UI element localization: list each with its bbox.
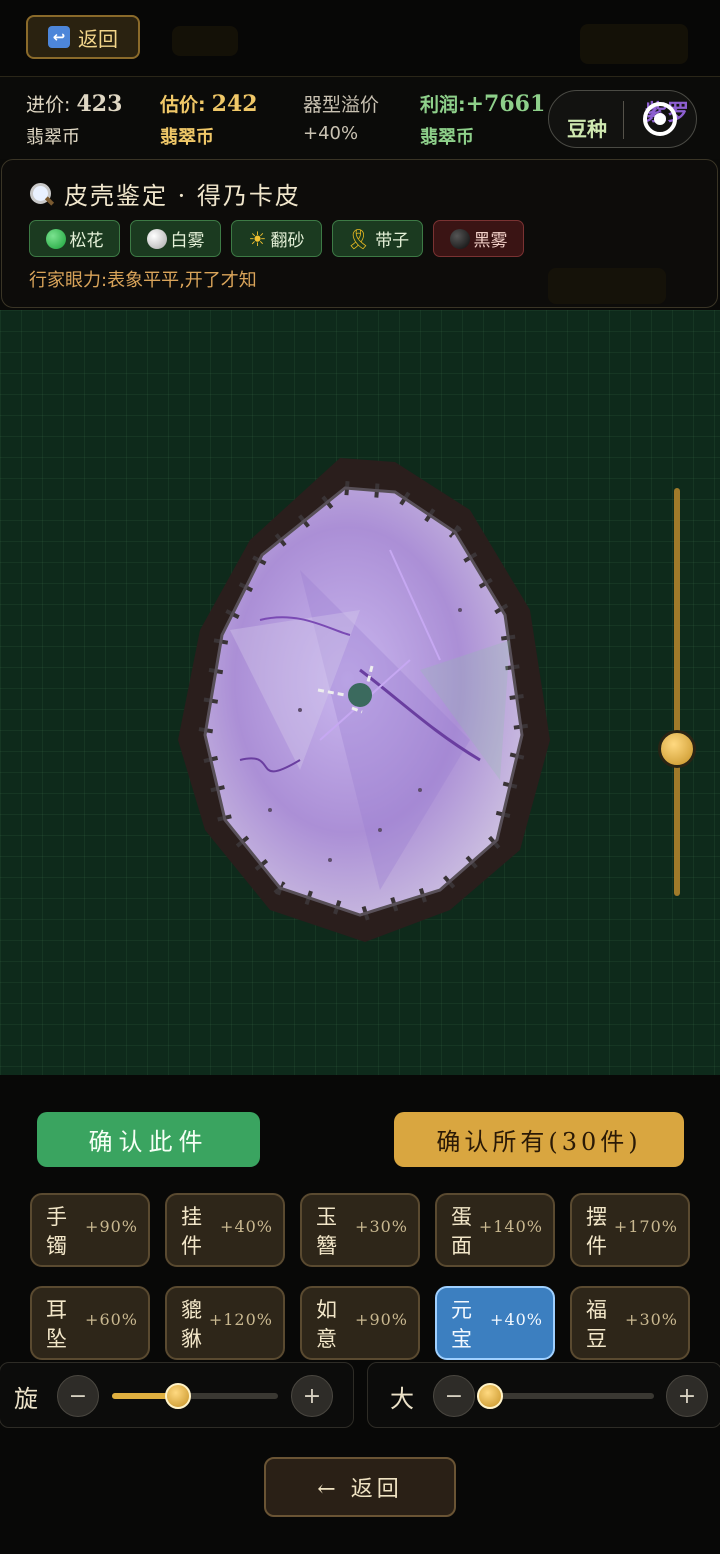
- shape-premium: +120%: [208, 1310, 273, 1329]
- white-orb-icon: [146, 228, 167, 249]
- shape-cabochon[interactable]: 蛋面 +140%: [435, 1193, 555, 1267]
- shape-premium: +170%: [613, 1217, 678, 1236]
- shape-yuanbao[interactable]: 元宝 +40%: [435, 1286, 555, 1360]
- cost-value: 423: [76, 91, 123, 117]
- cost-stat: 进价: 423 翡翠币: [26, 90, 122, 149]
- shape-name: 蛋面: [451, 1205, 472, 1258]
- shape-name: 摆件: [586, 1205, 607, 1258]
- rotate-plus-button[interactable]: +: [291, 1375, 333, 1417]
- shape-premium: +90%: [355, 1310, 408, 1329]
- shape-premium: +140%: [478, 1217, 543, 1236]
- rotate-label: 旋: [14, 1385, 38, 1413]
- profit-value: +7661: [465, 91, 546, 117]
- size-plus-button[interactable]: +: [666, 1375, 708, 1417]
- shape-earring[interactable]: 耳坠 +60%: [30, 1286, 150, 1360]
- shape-name: 貔貅: [181, 1298, 202, 1351]
- jade-stone[interactable]: [0, 310, 720, 1075]
- rotate-minus-button[interactable]: −: [57, 1375, 99, 1417]
- shape-pendant[interactable]: 挂件 +40%: [165, 1193, 285, 1267]
- size-slider-knob[interactable]: [477, 1383, 504, 1409]
- rotate-slider[interactable]: [112, 1383, 278, 1409]
- shape-name: 如意: [316, 1298, 337, 1351]
- appraisal-hint: 行家眼力:表象平平,开了才知: [29, 270, 257, 291]
- premium-value: +40%: [303, 123, 359, 144]
- faded-panel-badge: [548, 268, 666, 304]
- zoom-slider-knob[interactable]: [658, 730, 696, 769]
- return-icon: ↩: [48, 26, 70, 48]
- premium-label: 器型溢价: [303, 94, 380, 116]
- shape-name: 玉簪: [316, 1205, 337, 1258]
- shape-name: 福豆: [586, 1298, 607, 1351]
- tag-label: 松花: [69, 231, 104, 251]
- shape-premium: +90%: [85, 1217, 138, 1236]
- shape-bracelet[interactable]: 手镯 +90%: [30, 1193, 150, 1267]
- shape-name: 手镯: [46, 1205, 67, 1258]
- mode-divider: [623, 101, 624, 139]
- tag-label: 翻砂: [270, 231, 305, 251]
- tag-heiwu: 黑雾: [433, 220, 524, 257]
- zoom-slider-track[interactable]: [674, 488, 680, 896]
- mode-left-label: 豆种: [567, 117, 607, 141]
- cost-label: 进价:: [26, 94, 71, 116]
- target-icon[interactable]: [643, 102, 677, 136]
- appraisal-title: 皮壳鉴定 · 得乃卡皮: [28, 176, 301, 211]
- size-control: 大 − +: [367, 1362, 720, 1428]
- appraisal-title-text: 皮壳鉴定 · 得乃卡皮: [64, 182, 301, 210]
- shape-premium: +40%: [490, 1310, 543, 1329]
- premium-stat: 器型溢价 +40%: [303, 90, 379, 144]
- shape-fudou[interactable]: 福豆 +30%: [570, 1286, 690, 1360]
- shape-premium: +30%: [625, 1310, 678, 1329]
- back-button-bottom[interactable]: ← 返回: [264, 1457, 456, 1517]
- cost-unit: 翡翠币: [26, 127, 80, 148]
- magnifier-icon: [28, 181, 55, 207]
- ribbon-icon: 🎗: [345, 226, 372, 251]
- green-orb-icon: [45, 228, 66, 249]
- size-minus-button[interactable]: −: [433, 1375, 475, 1417]
- tag-label: 带子: [375, 231, 410, 251]
- back-button-top[interactable]: ↩ 返回: [26, 15, 140, 59]
- shape-premium: +40%: [220, 1217, 273, 1236]
- shape-name: 挂件: [181, 1205, 202, 1258]
- tag-label: 黑雾: [473, 231, 508, 251]
- faded-badge: [580, 24, 688, 64]
- estimate-value: 242: [211, 91, 258, 117]
- shape-pixiu[interactable]: 貔貅 +120%: [165, 1286, 285, 1360]
- shape-name: 耳坠: [46, 1298, 67, 1351]
- rotate-slider-knob[interactable]: [165, 1383, 192, 1409]
- size-slider[interactable]: [477, 1383, 654, 1409]
- shape-name: 元宝: [451, 1298, 472, 1351]
- tag-daizi: 🎗 带子: [332, 220, 423, 257]
- back-label: 返回: [78, 26, 118, 51]
- rotate-control: 旋 − +: [0, 1362, 354, 1428]
- tag-label: 白雾: [170, 231, 205, 251]
- black-orb-icon: [449, 228, 470, 249]
- profit-stat: 利润:+7661 翡翠币: [420, 90, 545, 149]
- tag-songhua: 松花: [29, 220, 120, 257]
- confirm-one-button[interactable]: 确认此件: [37, 1112, 260, 1167]
- estimate-stat: 估价: 242 翡翠币: [160, 90, 258, 149]
- shape-ornament[interactable]: 摆件 +170%: [570, 1193, 690, 1267]
- shape-premium: +30%: [355, 1217, 408, 1236]
- size-label: 大: [390, 1385, 414, 1413]
- estimate-label: 估价:: [160, 94, 206, 116]
- tag-baiwu: 白雾: [130, 220, 221, 257]
- faded-tab: [172, 26, 238, 56]
- profit-label: 利润:: [420, 94, 466, 116]
- tag-fansha: ☀ 翻砂: [231, 220, 322, 257]
- estimate-unit: 翡翠币: [160, 127, 214, 148]
- sun-icon: ☀: [248, 226, 267, 251]
- shape-premium: +60%: [85, 1310, 138, 1329]
- shape-ruyi[interactable]: 如意 +90%: [300, 1286, 420, 1360]
- confirm-all-button[interactable]: 确认所有(30件): [394, 1112, 684, 1167]
- shape-hairpin[interactable]: 玉簪 +30%: [300, 1193, 420, 1267]
- profit-unit: 翡翠币: [420, 127, 474, 148]
